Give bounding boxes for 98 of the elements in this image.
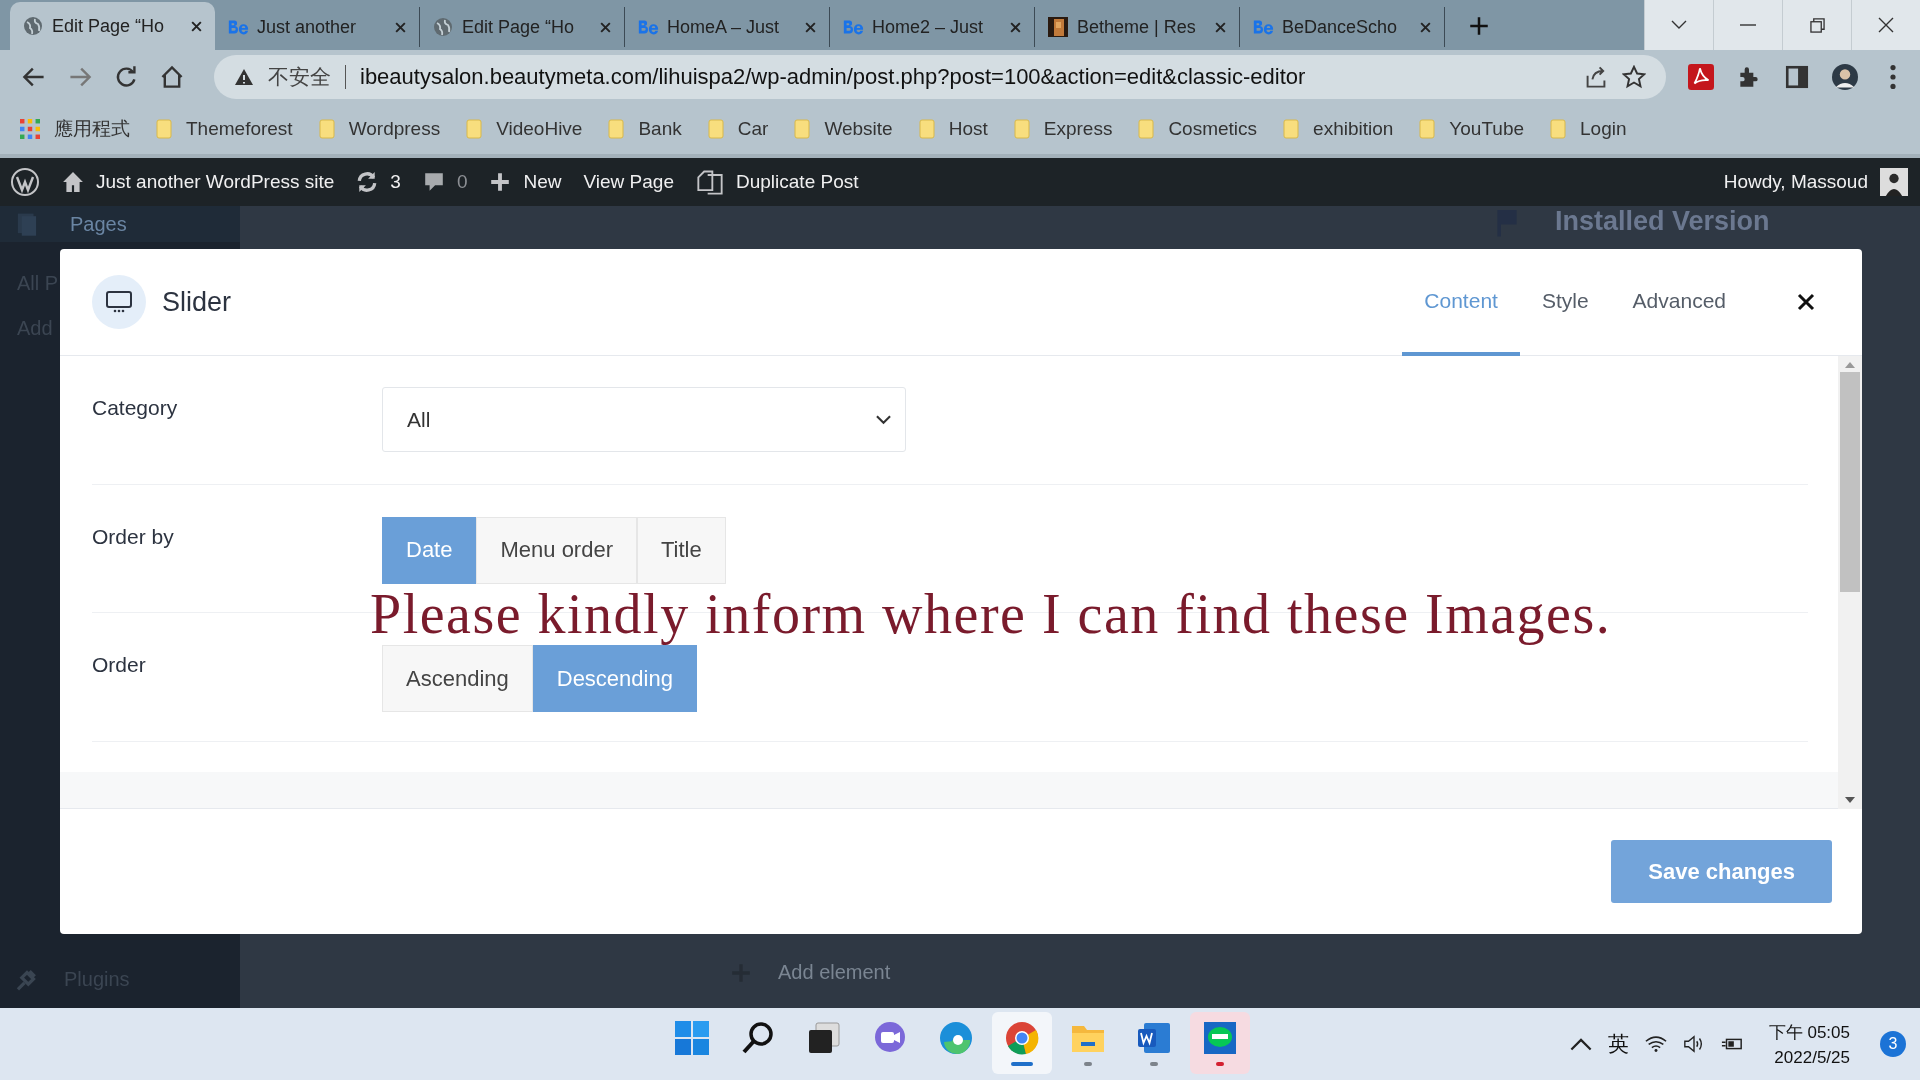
bookmark-folder[interactable]: VideoHive (466, 118, 583, 140)
back-icon[interactable] (22, 65, 46, 89)
close-icon[interactable] (190, 19, 203, 33)
share-icon[interactable] (1584, 65, 1608, 89)
refresh-icon (356, 171, 379, 193)
dialog-tab[interactable]: Style (1519, 249, 1611, 356)
folder-icon (1550, 119, 1567, 139)
bookmark-folder[interactable]: Themeforest (156, 118, 293, 140)
bookmark-folder[interactable]: YouTube (1419, 118, 1525, 140)
clock[interactable]: 下午 05:05 2022/5/25 (1768, 1020, 1850, 1068)
folder-icon (466, 119, 483, 139)
plus-icon (489, 171, 512, 193)
chevron-down-icon (876, 414, 891, 425)
chevron-down-icon (1671, 20, 1687, 30)
folder-icon (1419, 119, 1436, 139)
home-icon (62, 171, 84, 193)
new-link[interactable]: New (489, 171, 562, 193)
notification-badge[interactable]: 3 (1880, 1031, 1906, 1057)
comment-icon (422, 171, 445, 193)
folder-icon (1013, 119, 1030, 139)
folder-icon (794, 119, 811, 139)
bookmark-folder[interactable]: Website (794, 118, 893, 140)
restore-button[interactable] (1782, 0, 1851, 50)
folder-icon (918, 119, 935, 139)
folder-icon (608, 119, 625, 139)
segment-button[interactable]: Menu order (476, 516, 637, 584)
dialog-tab[interactable]: Advanced (1610, 249, 1748, 356)
apps-grid-icon (20, 119, 40, 139)
folder-icon (1138, 119, 1155, 139)
view-page-link[interactable]: View Page (583, 171, 674, 193)
segment-button[interactable]: Title (637, 516, 726, 584)
apps-bookmark[interactable]: 應用程式 (20, 116, 130, 142)
wordpress-logo-icon[interactable] (10, 167, 40, 197)
bookmark-folder[interactable]: Wordpress (318, 118, 441, 140)
pdf-extension-icon[interactable] (1688, 64, 1714, 90)
forward-icon[interactable] (68, 65, 92, 89)
folder-icon (707, 119, 724, 139)
browser-tab[interactable]: Just another (215, 7, 420, 47)
globe-icon (432, 17, 454, 37)
panel-title: Installed Version (1495, 206, 1770, 237)
close-icon[interactable] (1796, 292, 1816, 312)
bookmark-folder[interactable]: Host (918, 118, 988, 140)
avatar-icon[interactable] (1832, 64, 1858, 90)
account-menu[interactable]: Howdy, Massoud (1723, 168, 1908, 196)
bookmark-folder[interactable]: Cosmetics (1138, 118, 1258, 140)
chrome-icon (1004, 1020, 1040, 1056)
bookmark-folder[interactable]: exhibition (1283, 118, 1394, 140)
browser-tab[interactable]: BeDanceScho (1240, 7, 1445, 47)
star-icon[interactable] (1622, 65, 1646, 89)
security-label: 不安全 (268, 64, 331, 90)
browser-tab[interactable]: Betheme | Res (1035, 7, 1240, 47)
folder-icon (156, 119, 172, 139)
browser-tab[interactable]: Edit Page “Ho (420, 7, 625, 47)
warning-icon (234, 68, 254, 86)
bookmark-folder[interactable]: Car (707, 118, 769, 140)
browser-tab[interactable]: HomeA – Just (625, 7, 830, 47)
field-label: Category (92, 395, 179, 420)
close-icon (1878, 17, 1894, 33)
scroll-down-icon[interactable] (1845, 797, 1855, 803)
restore-icon (1809, 17, 1825, 33)
word-icon (1136, 1020, 1172, 1056)
bookmark-folder[interactable]: Express (1013, 118, 1113, 140)
menu-item-highlight[interactable]: Pages (0, 206, 240, 242)
folder-icon (318, 119, 335, 139)
home-icon[interactable] (160, 65, 184, 89)
site-menu[interactable]: Just another WordPress site (62, 171, 335, 193)
address-bar[interactable]: 不安全 ibeautysalon.beautymeta.com/lihuispa2/wp-admin/post.php?post=100&action=edit&classic-editor (214, 55, 1666, 99)
scrollbar[interactable] (1838, 356, 1862, 809)
updates-link[interactable]: 3 (356, 171, 401, 193)
field-label: Order (92, 652, 147, 678)
volume-icon[interactable] (1682, 1034, 1705, 1054)
windows-logo-icon (674, 1020, 710, 1056)
comments-link[interactable]: 0 (422, 171, 468, 193)
task-view-icon (806, 1020, 842, 1056)
wifi-icon[interactable] (1644, 1034, 1667, 1054)
search-icon (740, 1020, 776, 1056)
avatar-icon (1880, 168, 1908, 196)
category-select[interactable]: All (382, 387, 906, 452)
reload-icon[interactable] (114, 65, 138, 89)
new-tab-icon[interactable] (1469, 16, 1489, 36)
bookmark-folder[interactable]: Login (1550, 118, 1627, 140)
input-method-indicator[interactable]: 英 (1607, 1030, 1629, 1058)
field-label: Order by (92, 523, 175, 549)
copy-icon (696, 168, 724, 196)
folder-icon (1283, 119, 1300, 139)
globe-icon (22, 16, 44, 36)
edge-icon (938, 1020, 974, 1056)
side-panel-icon[interactable] (1784, 64, 1810, 90)
bookmark-folder[interactable]: Bank (608, 118, 682, 140)
duplicate-post-link[interactable]: Duplicate Post (696, 168, 859, 196)
url-text: ibeautysalon.beautymeta.com/lihuispa2/wp-admin/post.php?post=100&action=edit&classic-editor (360, 64, 1306, 90)
minimize-icon (1740, 24, 1756, 26)
chat-bubble-icon (1202, 1020, 1238, 1056)
dialog-title: Slider (162, 286, 232, 318)
browser-tab[interactable]: Home2 – Just (830, 7, 1035, 47)
browser-tab[interactable]: Edit Page “Ho (10, 2, 215, 50)
segment-button[interactable]: Ascending (382, 645, 533, 713)
monitor-icon (92, 275, 146, 329)
